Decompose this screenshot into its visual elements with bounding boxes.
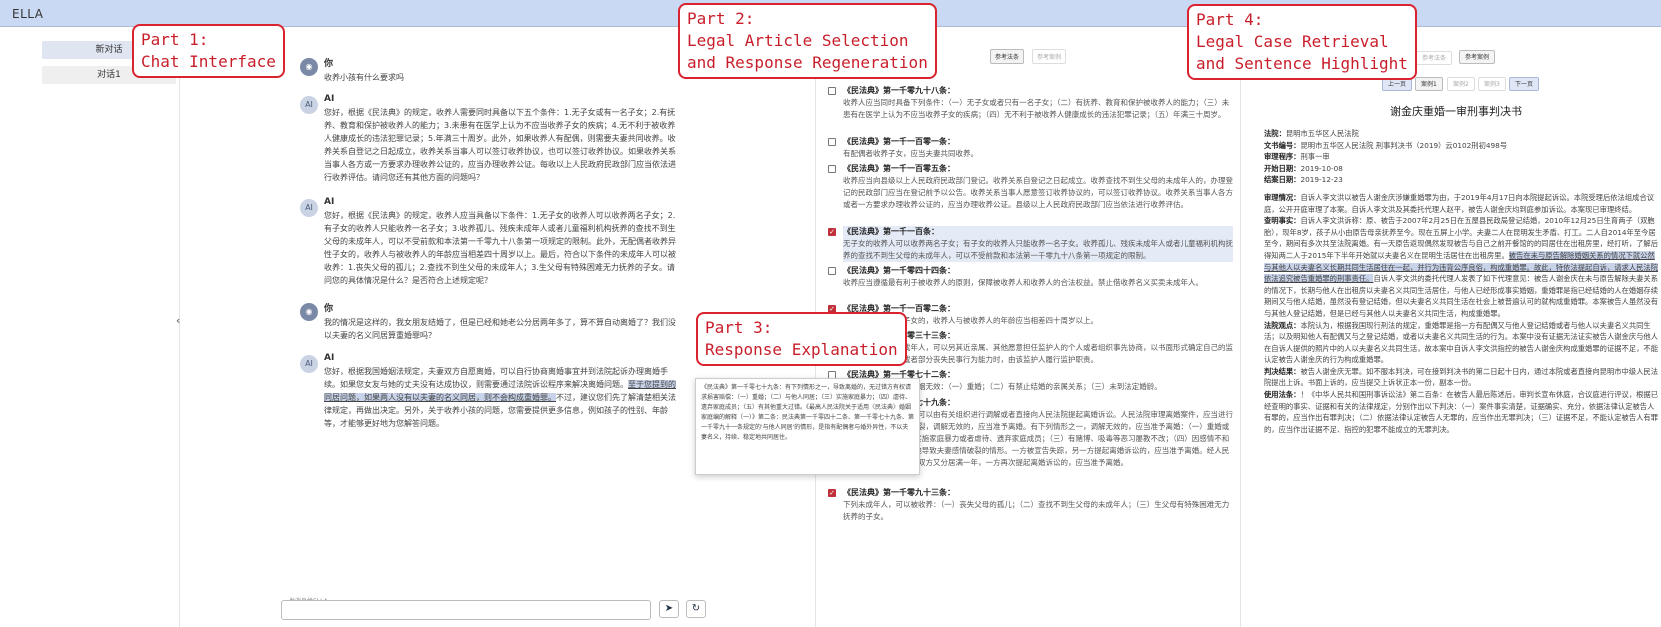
- message-text: 您好，根据《民法典》的规定，收养人应当具备以下条件：1.无子女的收养人可以收养两…: [324, 211, 676, 285]
- panel-divider: [1240, 27, 1241, 627]
- callout-part4: Part 4: Legal Case Retrieval and Sentenc…: [1187, 4, 1417, 80]
- ai-avatar: AI: [300, 96, 318, 114]
- message-user: ◉ 你 我的情况是这样的，我女朋友结婚了，但是已经和她老公分居两年多了，算不算自…: [300, 301, 679, 342]
- case-field: 法院：昆明市五华区人民法院: [1264, 129, 1359, 138]
- article-title: 《民法典》第一千零九十八条：: [843, 86, 955, 95]
- callout-part2: Part 2: Legal Article Selection and Resp…: [678, 3, 937, 79]
- collapse-sidebar-icon[interactable]: ‹: [176, 314, 180, 327]
- case-section: 使用法条：！《中华人民共和国刑事诉讼法》第二百条：在被告人最后陈述后，审判长宣布…: [1264, 390, 1659, 434]
- case-tab-2[interactable]: 案例2: [1447, 77, 1475, 91]
- article-checkbox-checked[interactable]: ✓: [828, 489, 836, 497]
- user-avatar: ◉: [300, 303, 318, 321]
- case-field: 结案日期：2019-12-23: [1264, 175, 1343, 185]
- article-text: 收养应当遵循最有利于被收养人的原则，保障被收养人和收养人的合法权益。禁止借收养名…: [843, 278, 1203, 287]
- case-document: 法院：昆明市五华区人民法院 文书编号：昆明市五华区人民法院 刑事判决书（2019…: [1264, 128, 1661, 626]
- article-item[interactable]: ✓ 《民法典》第一千一百条： 无子女的收养人可以收养两名子女；有子女的收养人只能…: [828, 226, 1233, 262]
- article-title: 《民法典》第一千零九十三条：: [843, 488, 955, 497]
- message-text: 您好，根据我国婚姻法规定，夫妻双方自愿离婚，可以自行协商离婚事宜并到法院起诉办理…: [324, 365, 679, 430]
- article-text: 收养应当向县级以上人民政府民政部门登记。收养关系自登记之日起成立。收养查找不到生…: [843, 176, 1233, 209]
- case-title: 谢金庆重婚一审刑事判决书: [1390, 105, 1522, 118]
- user-avatar: ◉: [300, 58, 318, 76]
- article-item[interactable]: 《民法典》第一千一百零一条： 有配偶者收养子女，应当夫妻共同收养。: [828, 136, 1233, 160]
- case-section: 查明事实：自诉人李文洪诉称：原、被告于2007年2月25日在五屋县民政局登记结婚…: [1264, 216, 1659, 318]
- message-sender: AI: [324, 353, 335, 363]
- article-item[interactable]: 《民法典》第一千一百零五条： 收养应当向县级以上人民政府民政部门登记。收养关系自…: [828, 163, 1233, 211]
- chat-input[interactable]: [281, 600, 651, 620]
- case-field: 审理程序：刑事一审: [1264, 152, 1330, 162]
- case-section: 审理情况：自诉人李文洪以被告人谢金庆涉嫌重婚罪为由，于2019年4月17日向本院…: [1264, 192, 1655, 214]
- message-sender: 你: [324, 304, 334, 314]
- send-button[interactable]: ➤: [659, 600, 679, 618]
- message-sender: AI: [324, 94, 335, 104]
- message-sender: 你: [324, 59, 334, 69]
- message-user: ◉ 你 收养小孩有什么要求吗: [300, 56, 679, 84]
- callout-part1: Part 1: Chat Interface: [132, 24, 285, 78]
- message-sender: AI: [324, 197, 335, 207]
- next-page-button[interactable]: 下一页: [1509, 77, 1540, 91]
- message-text: 收养小孩有什么要求吗: [324, 73, 404, 82]
- article-title: 《民法典》第一千零四十四条：: [843, 266, 955, 275]
- app-title: ELLA: [12, 7, 44, 21]
- case-section: 法院观点：本院认为，根据我国现行刑法的规定，重婚罪是指一方有配偶又与他人登记结婚…: [1264, 320, 1659, 365]
- article-item[interactable]: ✓ 《民法典》第一千零九十三条： 下列未成年人，可以被收养：（一）丧失父母的孤儿…: [828, 487, 1233, 523]
- explanation-text: 《民法典》第一千零七十九条：有下列情形之一，导致离婚的，无过错方有权请求损害赔偿…: [701, 384, 915, 441]
- article-checkbox[interactable]: [828, 87, 836, 95]
- message-text-part: 您好，根据我国婚姻法规定，夫妻双方自愿离婚，可以自行协商离婚事宜并到法院起诉办理…: [324, 367, 668, 389]
- regenerate-button[interactable]: ↻: [686, 600, 706, 618]
- tab-reference-cases[interactable]: 参考案例: [1032, 49, 1067, 64]
- case-tab-3[interactable]: 案例3: [1478, 77, 1506, 91]
- article-item[interactable]: 《民法典》第一千零四十四条： 收养应当遵循最有利于被收养人的原则，保障被收养人和…: [828, 265, 1233, 289]
- article-checkbox-checked[interactable]: ✓: [828, 228, 836, 236]
- article-title: 《民法典》第一千一百零五条：: [843, 164, 955, 173]
- article-item[interactable]: 《民法典》第一千零九十八条： 收养人应当同时具备下列条件：（一）无子女或者只有一…: [828, 85, 1233, 121]
- message-ai: AI AI 您好，根据《民法典》的规定，收养人应当具备以下条件：1.无子女的收养…: [300, 197, 679, 287]
- article-text: 收养人应当同时具备下列条件：（一）无子女或者只有一名子女；（二）有抚养、教育和保…: [843, 98, 1230, 119]
- article-checkbox[interactable]: [828, 267, 836, 275]
- message-text: 我的情况是这样的，我女朋友结婚了，但是已经和她老公分居两年多了，算不算自动离婚了…: [324, 318, 676, 340]
- ai-avatar: AI: [300, 355, 318, 373]
- explanation-popup: 《民法典》第一千零七十九条：有下列情形之一，导致离婚的，无过错方有权请求损害赔偿…: [695, 378, 920, 475]
- article-text: 无子女的收养人可以收养两名子女；有子女的收养人只能收养一名子女。收养孤儿、残疾未…: [843, 239, 1233, 260]
- tab-reference-cases[interactable]: 参考案例: [1459, 50, 1496, 64]
- case-tab-1[interactable]: 案例1: [1415, 77, 1443, 91]
- message-ai: AI AI 您好，根据我国婚姻法规定，夫妻双方自愿离婚，可以自行协商离婚事宜并到…: [300, 353, 679, 430]
- sidebar: 新对话 对话1: [0, 27, 180, 627]
- article-text: 下列未成年人，可以被收养：（一）丧失父母的孤儿；（二）查找不到生父母的未成年人；…: [843, 500, 1230, 521]
- ai-avatar: AI: [300, 199, 318, 217]
- article-text: 有配偶者收养子女，应当夫妻共同收养。: [843, 149, 978, 158]
- callout-part3: Part 3: Response Explanation: [696, 312, 907, 366]
- article-title: 《民法典》第一千一百零一条：: [843, 137, 955, 146]
- case-section: 判决结果：被告人谢金庆无罪。如不服本判决，可在接到判决书的第二日起十日内，通过本…: [1264, 366, 1659, 388]
- message-ai: AI AI 您好，根据《民法典》的规定，收养人需要同时具备以下五个条件：1.无子…: [300, 94, 679, 184]
- tab-reference-articles[interactable]: 参考法条: [1416, 51, 1453, 65]
- article-checkbox[interactable]: [828, 165, 836, 173]
- article-title: 《民法典》第一千一百条：: [843, 227, 939, 236]
- tab-reference-articles[interactable]: 参考法条: [990, 49, 1025, 64]
- case-field: 开始日期：2019-10-08: [1264, 163, 1343, 173]
- article-checkbox[interactable]: [828, 138, 836, 146]
- case-field: 文书编号：昆明市五华区人民法院 刑事判决书（2019）云0102刑初498号: [1264, 140, 1508, 150]
- message-text: 您好，根据《民法典》的规定，收养人需要同时具备以下五个条件：1.无子女或有一名子…: [324, 108, 676, 182]
